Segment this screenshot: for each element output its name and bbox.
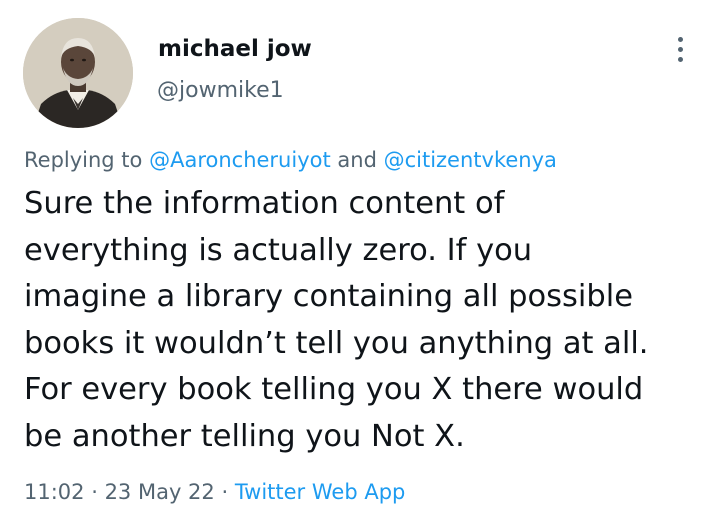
more-vertical-icon-dot <box>677 46 683 52</box>
reply-conjunction: and <box>330 148 384 172</box>
tweet-timestamp[interactable]: 11:02 · 23 May 22 <box>24 480 215 504</box>
tweet-text-line: everything is actually zero. If you <box>24 232 533 268</box>
more-vertical-icon <box>677 36 683 42</box>
tweet-time: 11:02 <box>24 480 85 504</box>
reply-prefix: Replying to <box>24 148 150 172</box>
mention-link-aaroncheruiyot[interactable]: @Aaroncheruiyot <box>149 148 331 172</box>
tweet-text-line: books it wouldn’t tell you anything at a… <box>24 325 649 361</box>
more-options-button[interactable] <box>664 32 696 66</box>
display-name[interactable]: michael jow <box>158 36 312 62</box>
tweet-date: 23 May 22 <box>104 480 215 504</box>
tweet-meta: 11:02 · 23 May 22 · Twitter Web App <box>24 480 405 504</box>
tweet-text-line: be another telling you Not X. <box>24 418 465 454</box>
reply-context: Replying to @Aaroncheruiyot and @citizen… <box>24 148 557 172</box>
avatar[interactable] <box>23 18 133 128</box>
tweet-text-line: For every book telling you X there would <box>24 372 644 407</box>
tweet-text-line: Sure the information content of <box>24 186 505 221</box>
tweet-source-link[interactable]: Twitter Web App <box>235 480 406 504</box>
meta-separator: · <box>214 480 235 504</box>
tweet: michael jow @jowmike1 Replying to @Aaron… <box>0 0 720 520</box>
user-handle[interactable]: @jowmike1 <box>157 78 284 103</box>
more-vertical-icon-dot <box>677 56 683 62</box>
avatar-portrait <box>23 18 133 128</box>
mention-link-citizentvkenya[interactable]: @citizentvkenya <box>384 148 557 172</box>
tweet-text: Sure the information content of everythi… <box>24 181 714 460</box>
meta-separator: · <box>84 480 105 504</box>
tweet-text-line: imagine a library containing all possibl… <box>24 279 633 314</box>
